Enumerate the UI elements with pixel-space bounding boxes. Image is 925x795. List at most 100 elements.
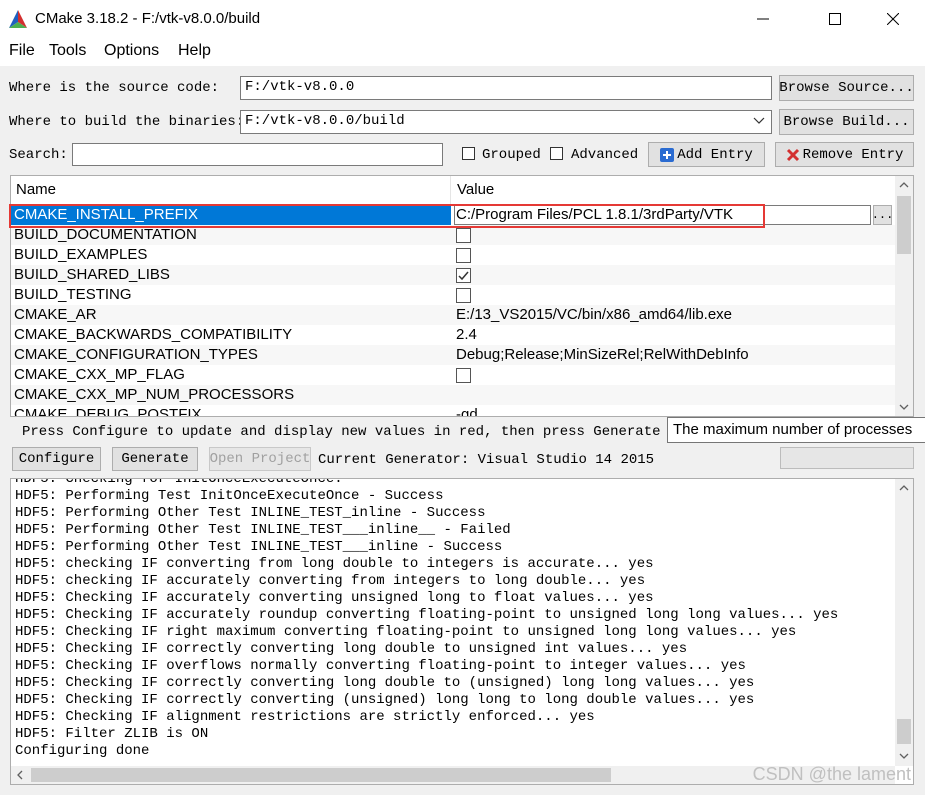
scroll-up-icon[interactable]: [895, 176, 913, 194]
menu-tools[interactable]: Tools: [49, 42, 86, 60]
table-scroll-thumb[interactable]: [897, 196, 911, 254]
column-header-name[interactable]: Name: [11, 176, 451, 204]
entry-name: CMAKE_AR: [14, 306, 97, 323]
log-line: HDF5: Checking IF correctly converting (…: [15, 692, 755, 708]
entry-checkbox[interactable]: [456, 228, 471, 243]
log-line: HDF5: checking IF accurately converting …: [15, 573, 646, 589]
menu-help[interactable]: Help: [178, 42, 211, 60]
entry-name: BUILD_EXAMPLES: [14, 246, 148, 263]
log-line: HDF5: Filter ZLIB is ON: [15, 726, 209, 742]
table-row[interactable]: CMAKE_CXX_MP_FLAG: [11, 365, 896, 385]
table-row[interactable]: BUILD_DOCUMENTATION: [11, 225, 896, 245]
source-path-input[interactable]: F:/vtk-v8.0.0: [240, 76, 772, 100]
table-row[interactable]: BUILD_TESTING: [11, 285, 896, 305]
log-line: HDF5: Checking IF accurately roundup con…: [15, 607, 839, 623]
log-line: HDF5: Checking IF correctly converting l…: [15, 675, 755, 691]
entry-value: 2.4: [456, 326, 477, 343]
table-row[interactable]: CMAKE_CXX_MP_NUM_PROCESSORS: [11, 385, 896, 405]
log-hscroll-thumb[interactable]: [31, 768, 611, 782]
remove-entry-label: Remove Entry: [802, 146, 904, 163]
menu-file[interactable]: File: [9, 42, 35, 60]
log-line: HDF5: Checking IF alignment restrictions…: [15, 709, 595, 725]
advanced-checkbox[interactable]: [550, 147, 563, 160]
browse-source-button[interactable]: Browse Source...: [779, 75, 914, 101]
chevron-down-icon[interactable]: [753, 116, 765, 126]
entry-name: CMAKE_BACKWARDS_COMPATIBILITY: [14, 326, 293, 343]
watermark: CSDN @the lament: [752, 764, 911, 784]
log-line: HDF5: Performing Other Test INLINE_TEST_…: [15, 505, 486, 521]
browse-build-button[interactable]: Browse Build...: [779, 109, 914, 135]
advanced-label: Advanced: [571, 147, 639, 163]
log-scrollbar[interactable]: [895, 479, 913, 766]
highlight-annotation-box: [9, 204, 765, 228]
log-line: HDF5: Performing Other Test INLINE_TEST_…: [15, 539, 503, 555]
log-line: HDF5: Checking IF right maximum converti…: [15, 624, 797, 640]
window-title: CMake 3.18.2 - F:/vtk-v8.0.0/build: [35, 10, 261, 27]
scroll-up-icon[interactable]: [895, 479, 913, 497]
entry-name: CMAKE_DEBUG_POSTFIX: [14, 406, 202, 417]
close-button[interactable]: [870, 0, 916, 38]
build-path-value: F:/vtk-v8.0.0/build: [245, 113, 405, 129]
grouped-checkbox[interactable]: [462, 147, 475, 160]
table-row[interactable]: CMAKE_AR E:/13_VS2015/VC/bin/x86_amd64/li…: [11, 305, 896, 325]
add-entry-button[interactable]: Add Entry: [648, 142, 765, 167]
maximize-icon: [829, 13, 841, 25]
build-path-combobox[interactable]: F:/vtk-v8.0.0/build: [240, 110, 772, 134]
column-header-value[interactable]: Value: [452, 176, 896, 204]
minimize-button[interactable]: [740, 0, 786, 38]
table-row[interactable]: CMAKE_BACKWARDS_COMPATIBILITY 2.4: [11, 325, 896, 345]
entry-name: CMAKE_CXX_MP_NUM_PROCESSORS: [14, 386, 295, 403]
entry-checkbox[interactable]: [456, 268, 471, 283]
value-browse-button[interactable]: ...: [872, 205, 893, 225]
add-entry-label: Add Entry: [677, 146, 753, 163]
table-row[interactable]: CMAKE_DEBUG_POSTFIX -gd: [11, 405, 896, 417]
log-line: HDF5: Checking for InitOnceExecuteOnce.: [15, 478, 343, 487]
configure-button[interactable]: Configure: [12, 447, 101, 471]
log-line: HDF5: Performing Other Test INLINE_TEST_…: [15, 522, 511, 538]
table-scrollbar[interactable]: [895, 176, 913, 416]
minimize-icon: [757, 18, 769, 20]
generate-button[interactable]: Generate: [112, 447, 198, 471]
menu-bar: File Tools Options Help: [0, 38, 925, 66]
table-row[interactable]: BUILD_SHARED_LIBS: [11, 265, 896, 285]
menu-options[interactable]: Options: [104, 42, 159, 60]
entry-checkbox[interactable]: [456, 288, 471, 303]
output-log[interactable]: HDF5: Checking for InitOnceExecuteOnce. H…: [10, 478, 914, 785]
maximize-button[interactable]: [812, 0, 858, 38]
log-scroll-thumb[interactable]: [897, 719, 911, 744]
remove-entry-button[interactable]: Remove Entry: [775, 142, 914, 167]
close-icon: [887, 13, 899, 25]
tooltip: The maximum number of processes: [667, 417, 925, 443]
entry-checkbox[interactable]: [456, 368, 471, 383]
log-line: HDF5: Checking IF accurately converting …: [15, 590, 654, 606]
progress-bar: [780, 447, 914, 469]
scroll-left-icon[interactable]: [11, 766, 29, 784]
hint-text: Press Configure to update and display ne…: [22, 424, 703, 440]
source-label: Where is the source code:: [9, 80, 220, 96]
search-input[interactable]: [72, 143, 443, 166]
entry-name: BUILD_DOCUMENTATION: [14, 226, 197, 243]
entry-checkbox[interactable]: [456, 248, 471, 263]
cmake-logo-icon: [9, 10, 27, 28]
open-project-button[interactable]: Open Project: [209, 447, 311, 471]
entry-value: Debug;Release;MinSizeRel;RelWithDebInfo: [456, 346, 749, 363]
table-row[interactable]: BUILD_EXAMPLES: [11, 245, 896, 265]
entry-value: [456, 385, 871, 405]
log-line: HDF5: checking IF converting from long d…: [15, 556, 654, 572]
title-bar: CMake 3.18.2 - F:/vtk-v8.0.0/build: [0, 0, 925, 38]
log-line: Configuring done: [15, 743, 150, 759]
table-row[interactable]: CMAKE_CONFIGURATION_TYPES Debug;Release;M…: [11, 345, 896, 365]
grouped-label: Grouped: [482, 147, 541, 163]
entry-value: -gd: [456, 406, 478, 417]
search-label: Search:: [9, 147, 68, 163]
log-line: HDF5: Checking IF overflows normally con…: [15, 658, 746, 674]
entry-value: E:/13_VS2015/VC/bin/x86_amd64/lib.exe: [456, 306, 733, 323]
entry-name: CMAKE_CONFIGURATION_TYPES: [14, 346, 258, 363]
plus-icon: [660, 147, 675, 162]
log-line: HDF5: Performing Test InitOnceExecuteOnc…: [15, 488, 444, 504]
entry-name: BUILD_TESTING: [14, 286, 132, 303]
entry-name: BUILD_SHARED_LIBS: [14, 266, 170, 283]
scroll-down-icon[interactable]: [895, 747, 913, 765]
entry-name: CMAKE_CXX_MP_FLAG: [14, 366, 185, 383]
scroll-down-icon[interactable]: [895, 398, 913, 416]
